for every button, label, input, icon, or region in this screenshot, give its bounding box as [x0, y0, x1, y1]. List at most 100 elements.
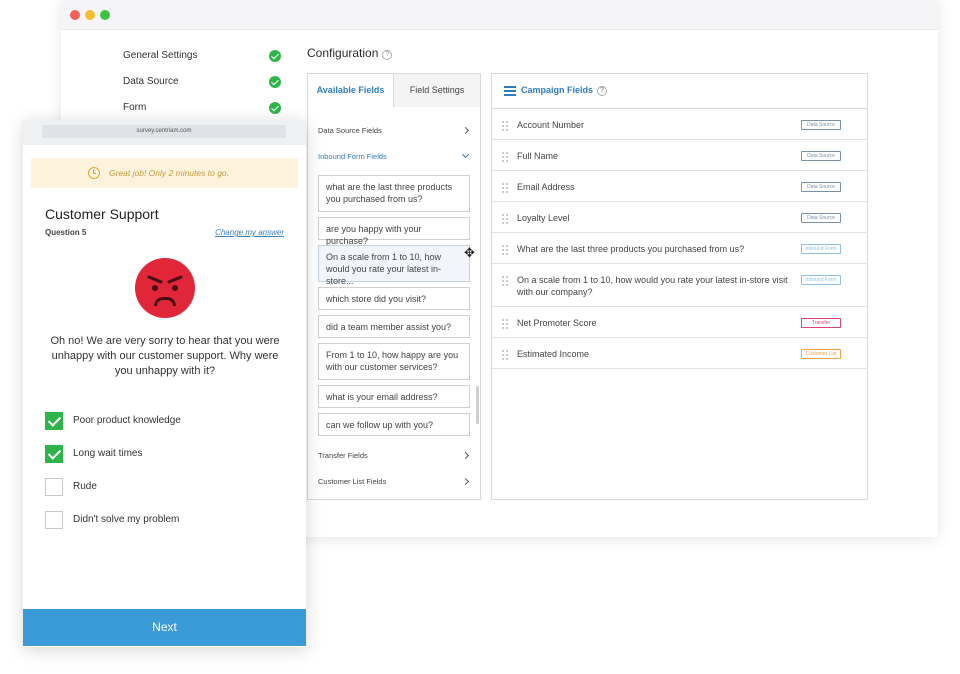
chevron-right-icon — [461, 451, 470, 460]
campaign-fields-title: Campaign Fields? — [521, 85, 608, 96]
timer-icon — [88, 167, 100, 179]
campaign-field-label: On a scale from 1 to 10, how would you r… — [517, 275, 788, 297]
checkbox[interactable] — [45, 445, 63, 463]
drag-handle-icon[interactable] — [502, 245, 508, 255]
url-field[interactable]: survey.centriam.com — [42, 125, 286, 138]
campaign-field-label: Account Number — [517, 120, 585, 130]
field-tabs: Available Fields Field Settings — [308, 74, 480, 107]
page-title: Configuration? — [307, 46, 393, 60]
mobile-survey-preview: survey.centriam.com Great job! Only 2 mi… — [23, 120, 306, 647]
available-fields-panel: Available Fields Field Settings Data Sou… — [307, 73, 481, 500]
available-field-item[interactable]: can we follow up with you? — [318, 413, 470, 436]
move-cursor-icon: ✥ — [464, 245, 475, 260]
option-didnt-solve-problem[interactable]: Didn't solve my problem — [45, 511, 285, 531]
option-rude[interactable]: Rude — [45, 478, 285, 498]
available-field-item[interactable]: From 1 to 10, how happy are you with our… — [318, 343, 470, 380]
checkbox[interactable] — [45, 511, 63, 529]
step-form[interactable]: Form — [123, 98, 293, 118]
available-field-item-dragging[interactable]: On a scale from 1 to 10, how would you r… — [318, 245, 470, 286]
configuration-title: Configuration — [307, 46, 379, 60]
survey-title: Customer Support — [45, 206, 159, 222]
help-icon[interactable]: ? — [597, 86, 608, 96]
section-label: Data Source Fields — [318, 126, 382, 135]
section-customer-list-fields[interactable]: Customer List Fields — [308, 472, 480, 492]
option-long-wait-times[interactable]: Long wait times — [45, 445, 285, 465]
section-label: Inbound Form Fields — [318, 152, 387, 161]
campaign-field-row[interactable]: Full Name Data Source — [492, 140, 867, 171]
campaign-fields-header: Campaign Fields? — [492, 74, 867, 109]
option-label: Long wait times — [73, 448, 143, 459]
available-field-item[interactable]: are you happy with your purchase? — [318, 217, 470, 246]
change-answer-link[interactable]: Change my answer — [215, 228, 284, 237]
available-field-item[interactable]: which store did you visit? — [318, 287, 470, 310]
step-label: Form — [123, 102, 147, 113]
campaign-field-row[interactable]: Email Address Data Source — [492, 171, 867, 202]
list-icon — [504, 86, 516, 96]
option-label: Didn't solve my problem — [73, 514, 180, 525]
browser-url-bar: survey.centriam.com — [23, 120, 306, 145]
campaign-fields-panel: Campaign Fields? Account Number Data Sour… — [491, 73, 868, 500]
option-poor-product-knowledge[interactable]: Poor product knowledge — [45, 412, 285, 432]
available-field-item[interactable]: what are the last three products you pur… — [318, 175, 470, 212]
tab-field-settings[interactable]: Field Settings — [394, 74, 480, 107]
available-field-item[interactable]: did a team member assist you? — [318, 315, 470, 338]
step-label: General Settings — [123, 50, 198, 61]
checkbox[interactable] — [45, 412, 63, 430]
campaign-field-row[interactable]: On a scale from 1 to 10, how would you r… — [492, 264, 867, 307]
help-icon[interactable]: ? — [382, 50, 393, 60]
check-circle-icon — [269, 76, 281, 88]
campaign-field-row[interactable]: Net Promoter Score Transfer — [492, 307, 867, 338]
drag-handle-icon[interactable] — [502, 276, 508, 286]
chevron-down-icon — [461, 150, 470, 159]
source-badge: Transfer — [801, 318, 841, 328]
maximize-window-dot[interactable] — [100, 10, 110, 20]
drag-handle-icon[interactable] — [502, 121, 508, 131]
available-field-item[interactable]: what is your email address? — [318, 385, 470, 408]
check-circle-icon — [269, 50, 281, 62]
progress-notice: Great job! Only 2 minutes to go. — [31, 158, 298, 188]
next-button[interactable]: Next — [23, 609, 306, 646]
source-badge: Inbound Form — [801, 244, 841, 254]
check-circle-icon — [269, 102, 281, 114]
campaign-field-label: Net Promoter Score — [517, 318, 597, 328]
source-badge: Data Source — [801, 182, 841, 192]
campaign-field-label: Full Name — [517, 151, 559, 161]
option-label: Rude — [73, 481, 97, 492]
option-label: Poor product knowledge — [73, 415, 181, 426]
section-transfer-fields[interactable]: Transfer Fields — [308, 446, 480, 466]
step-general-settings[interactable]: General Settings — [123, 46, 293, 66]
source-badge: Data Source — [801, 120, 841, 130]
drag-handle-icon[interactable] — [502, 350, 508, 360]
section-data-source-fields[interactable]: Data Source Fields — [308, 121, 480, 141]
notice-text: Great job! Only 2 minutes to go. — [109, 168, 230, 178]
drag-handle-icon[interactable] — [502, 214, 508, 224]
campaign-field-label: What are the last three products you pur… — [517, 244, 745, 254]
question-number: Question 5 — [45, 228, 87, 237]
campaign-field-row[interactable]: Account Number Data Source — [492, 109, 867, 140]
angry-face-icon — [135, 258, 195, 318]
drag-handle-icon[interactable] — [502, 152, 508, 162]
drag-handle-icon[interactable] — [502, 183, 508, 193]
field-list-scrollbar[interactable] — [476, 386, 479, 424]
step-data-source[interactable]: Data Source — [123, 72, 293, 92]
window-titlebar — [61, 0, 938, 30]
campaign-field-label: Email Address — [517, 182, 575, 192]
drag-handle-icon[interactable] — [502, 319, 508, 329]
minimize-window-dot[interactable] — [85, 10, 95, 20]
section-label: Transfer Fields — [318, 451, 368, 460]
chevron-right-icon — [461, 477, 470, 486]
campaign-field-label: Loyalty Level — [517, 213, 570, 223]
source-badge: Data Source — [801, 151, 841, 161]
tab-available-fields[interactable]: Available Fields — [308, 74, 394, 107]
section-inbound-form-fields[interactable]: Inbound Form Fields — [308, 147, 480, 167]
campaign-field-row[interactable]: Loyalty Level Data Source — [492, 202, 867, 233]
source-badge: Data Source — [801, 213, 841, 223]
campaign-field-row[interactable]: What are the last three products you pur… — [492, 233, 867, 264]
source-badge: Inbound Form — [801, 275, 841, 285]
survey-question: Oh no! We are very sorry to hear that yo… — [50, 335, 280, 377]
step-label: Data Source — [123, 76, 179, 87]
campaign-field-row[interactable]: Estimated Income Customer List — [492, 338, 867, 369]
source-badge: Customer List — [801, 349, 841, 359]
close-window-dot[interactable] — [70, 10, 80, 20]
checkbox[interactable] — [45, 478, 63, 496]
